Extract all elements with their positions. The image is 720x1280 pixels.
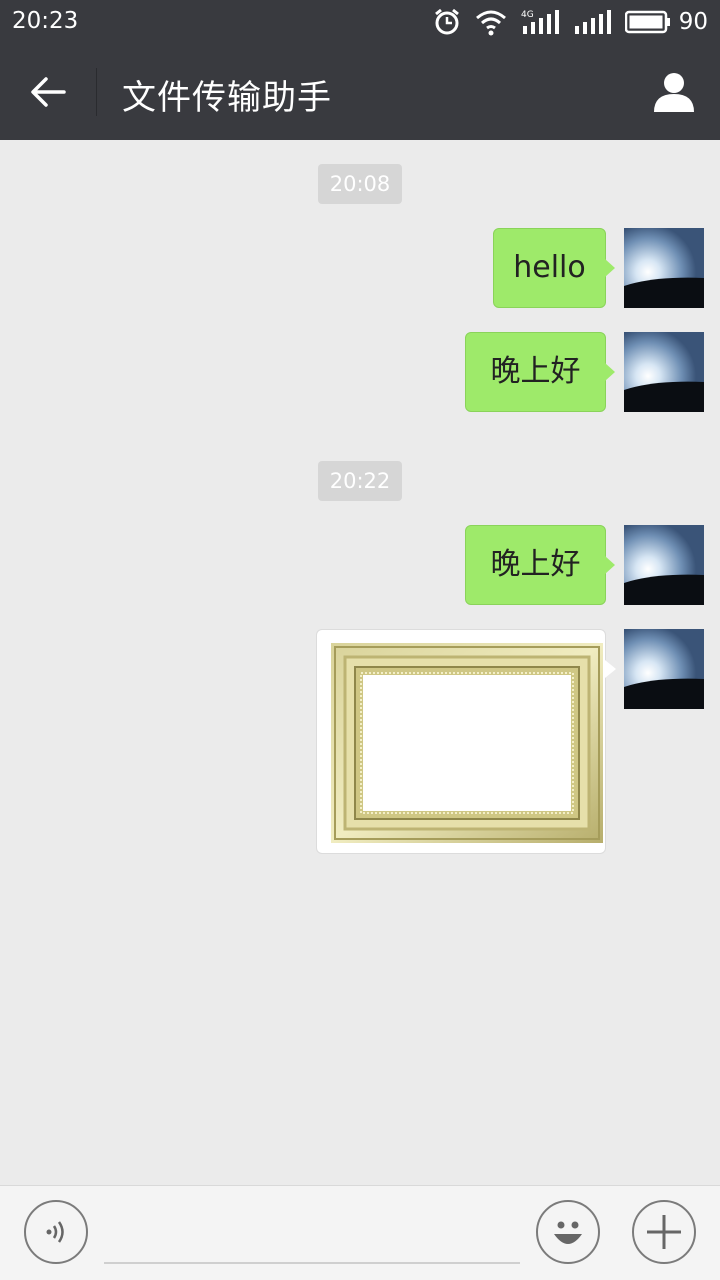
message-bubble[interactable]: 晚上好 (465, 525, 615, 605)
avatar[interactable] (624, 525, 704, 605)
message-bubble[interactable]: hello (493, 228, 615, 308)
picture-frame-image (331, 643, 603, 843)
chat-screen: 20:23 4G 90 文件传输助手 20:08 hello 晚上好 20:22… (0, 0, 720, 1280)
avatar-image (624, 525, 704, 605)
battery-icon (624, 10, 671, 34)
avatar[interactable] (624, 332, 704, 412)
message-input[interactable] (104, 1206, 520, 1264)
back-button[interactable] (20, 68, 76, 116)
voice-icon (46, 1221, 64, 1243)
avatar[interactable] (624, 629, 704, 709)
avatar-image (624, 332, 704, 412)
plus-icon (647, 1215, 681, 1249)
chat-header: 文件传输助手 (0, 44, 720, 140)
signal-4g-icon: 4G (521, 8, 559, 36)
wifi-icon (475, 8, 507, 36)
person-icon (654, 73, 694, 112)
timestamp: 20:22 (318, 461, 402, 501)
avatar-image (624, 228, 704, 308)
image-message[interactable] (316, 629, 616, 854)
avatar-image (624, 629, 704, 709)
chat-title: 文件传输助手 (122, 78, 332, 118)
input-bar (0, 1185, 720, 1280)
alarm-icon (433, 8, 461, 36)
emoji-icon (554, 1221, 582, 1244)
header-divider (96, 68, 97, 116)
message-bubble[interactable]: 晚上好 (465, 332, 615, 412)
status-bar: 20:23 4G 90 (0, 0, 720, 44)
more-button[interactable] (632, 1200, 696, 1264)
status-icons: 4G 90 (433, 6, 708, 38)
battery-percent: 90 (678, 9, 708, 35)
status-time: 20:23 (12, 8, 79, 34)
network-label: 4G (521, 10, 534, 20)
profile-button[interactable] (646, 66, 702, 118)
voice-button[interactable] (24, 1200, 88, 1264)
avatar[interactable] (624, 228, 704, 308)
timestamp: 20:08 (318, 164, 402, 204)
signal-icon (573, 8, 611, 36)
arrow-left-icon (31, 77, 66, 107)
emoji-button[interactable] (536, 1200, 600, 1264)
